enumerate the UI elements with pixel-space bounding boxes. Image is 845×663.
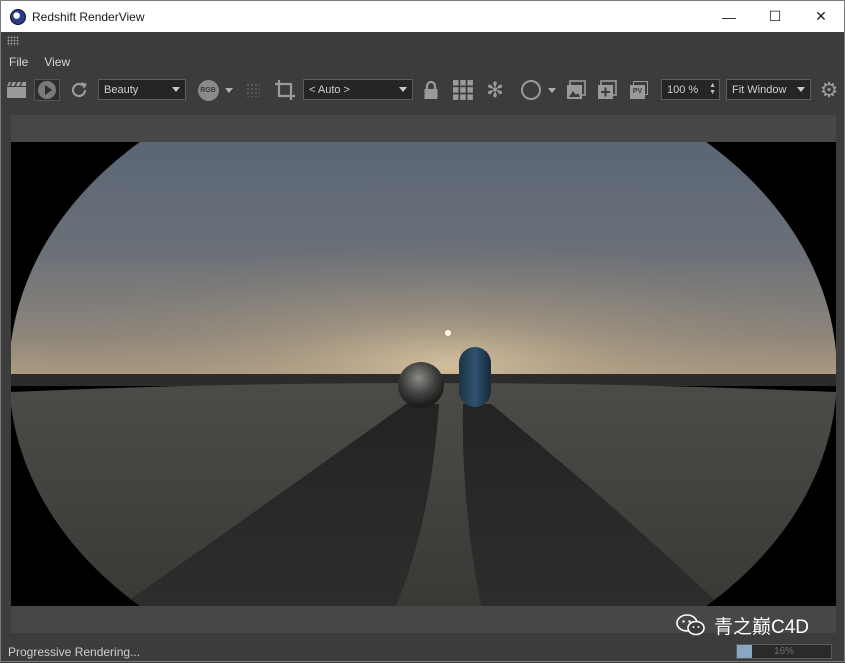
rgb-channel-button[interactable]: RGB bbox=[195, 79, 235, 101]
chevron-down-icon bbox=[399, 87, 407, 92]
zoom-value: 100 % bbox=[667, 83, 699, 96]
stepper-arrows-icon[interactable]: ▲ ▼ bbox=[709, 82, 716, 96]
play-icon bbox=[38, 81, 56, 99]
chrome-sphere bbox=[398, 362, 444, 408]
sun-light bbox=[445, 330, 451, 336]
redshift-app-icon bbox=[10, 8, 26, 25]
image-snapshot-icon[interactable] bbox=[565, 79, 587, 101]
watermark-text: 青之巅C4D bbox=[714, 616, 810, 638]
picture-viewer-icon[interactable]: PV bbox=[628, 79, 650, 101]
window-title: Redshift RenderView bbox=[32, 9, 145, 24]
aov-select-value: Beauty bbox=[104, 83, 139, 96]
camera-select-value: < Auto > bbox=[309, 83, 350, 96]
chevron-down-icon bbox=[224, 87, 233, 93]
menu-bar: File View bbox=[1, 53, 78, 71]
chevron-down-icon bbox=[548, 87, 556, 93]
sample-grid-icon[interactable] bbox=[245, 79, 261, 101]
blue-capsule bbox=[459, 347, 491, 407]
toolbar: Beauty RGB < Auto > ✻ PV 100 % ▲ ▼ Fit W… bbox=[1, 73, 844, 107]
rgb-icon: RGB bbox=[197, 79, 219, 101]
menu-view[interactable]: View bbox=[36, 53, 78, 71]
window-controls: — ☐ ✕ bbox=[706, 1, 844, 32]
zoom-stepper[interactable]: 100 % ▲ ▼ bbox=[661, 79, 720, 100]
play-render-button[interactable] bbox=[34, 79, 60, 101]
render-clapper-icon[interactable] bbox=[5, 79, 27, 101]
status-text: Progressive Rendering... bbox=[8, 645, 141, 659]
freeze-snowflake-icon[interactable]: ✻ bbox=[483, 79, 507, 102]
render-image[interactable] bbox=[11, 142, 836, 606]
title-bar[interactable]: Redshift RenderView — ☐ ✕ bbox=[1, 1, 844, 32]
add-snapshot-icon[interactable] bbox=[596, 79, 618, 101]
minimize-button[interactable]: — bbox=[706, 1, 752, 32]
render-region-button[interactable] bbox=[517, 79, 559, 101]
bucket-grid-icon[interactable] bbox=[451, 79, 475, 101]
render-progress-bar: 16% bbox=[736, 644, 832, 659]
progress-label: 16% bbox=[773, 646, 794, 657]
camera-select[interactable]: < Auto > bbox=[303, 79, 413, 100]
panel-grip-icon[interactable] bbox=[7, 36, 19, 46]
sun-glow bbox=[11, 142, 836, 382]
chevron-down-icon bbox=[797, 87, 805, 92]
fit-window-value: Fit Window bbox=[732, 83, 787, 96]
maximize-button[interactable]: ☐ bbox=[752, 1, 798, 32]
pv-label: PV bbox=[630, 85, 645, 99]
fit-window-select[interactable]: Fit Window bbox=[726, 79, 811, 100]
watermark: 青之巅C4D bbox=[676, 611, 809, 639]
lock-icon[interactable] bbox=[421, 79, 441, 101]
circle-icon bbox=[521, 80, 541, 100]
gear-icon[interactable]: ⚙ bbox=[818, 79, 840, 102]
fisheye-render-content bbox=[11, 142, 836, 606]
chevron-down-icon bbox=[172, 87, 180, 92]
menu-file[interactable]: File bbox=[1, 53, 36, 71]
refresh-icon[interactable] bbox=[68, 79, 90, 101]
close-button[interactable]: ✕ bbox=[798, 1, 844, 32]
wechat-icon bbox=[676, 614, 705, 636]
renderview-window: Redshift RenderView — ☐ ✕ File View Beau… bbox=[0, 0, 845, 662]
aov-select[interactable]: Beauty bbox=[98, 79, 186, 100]
panel-grip-row bbox=[1, 32, 844, 50]
crop-icon[interactable] bbox=[273, 79, 297, 101]
status-bar: Progressive Rendering... bbox=[1, 641, 844, 663]
